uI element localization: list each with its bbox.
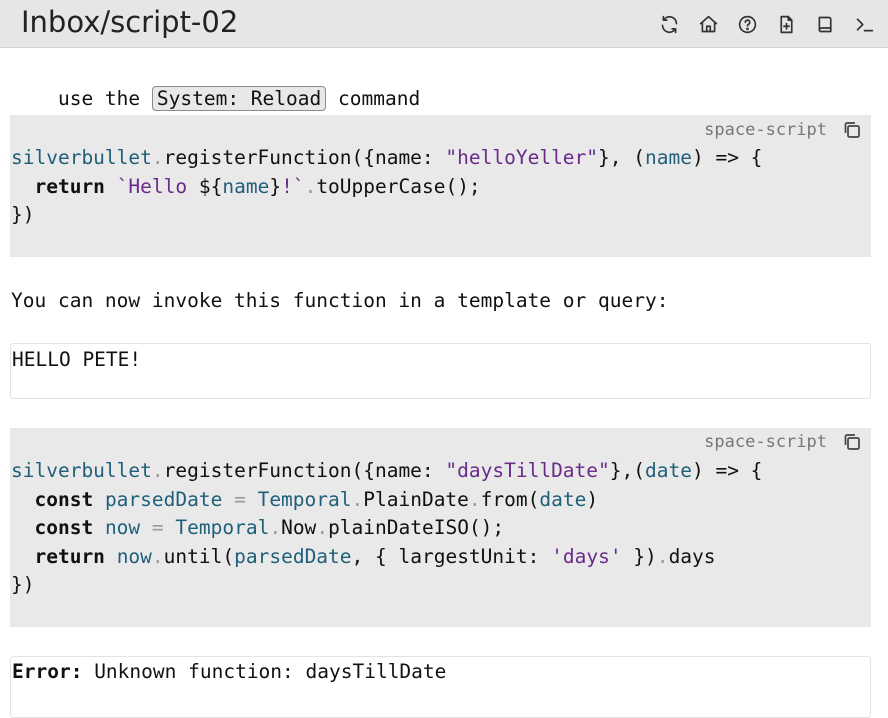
new-page-icon (779, 15, 793, 33)
command-chip[interactable]: System: Reload (151, 86, 327, 111)
code-line: return `Hello ${name}!`.toUpperCase(); (34, 175, 481, 198)
intro-text: use the (57, 87, 152, 110)
code-line: }) (11, 203, 35, 226)
code-line: }) (11, 573, 35, 596)
terminal-icon (856, 17, 873, 31)
error-line: Error: Unknown function: daysTillDate (12, 658, 446, 686)
code-language-label: space-script (704, 120, 827, 140)
copy-button[interactable] (842, 432, 862, 452)
code-language-label: space-script (704, 432, 827, 452)
sync-icon (661, 15, 677, 33)
help-button[interactable] (733, 10, 761, 38)
copy-icon (844, 122, 860, 138)
sync-button[interactable] (655, 10, 683, 38)
code-line: return now.until(parsedDate, { largestUn… (34, 545, 716, 568)
code-line: const parsedDate = Temporal.PlainDate.fr… (34, 488, 599, 511)
code-block-hello-yeller[interactable]: space-script silverbullet.registerFuncti… (10, 115, 871, 257)
error-label: Error: (12, 660, 83, 683)
code-line: silverbullet.registerFunction({name: "he… (11, 146, 763, 169)
code-line: const now = Temporal.Now.plainDateISO(); (34, 516, 505, 539)
book-icon (818, 16, 832, 32)
action-buttons (655, 10, 878, 38)
query-result-box: HELLO PETE! (10, 343, 871, 399)
page-title[interactable]: Inbox/script-02 (21, 4, 238, 40)
book-button[interactable] (811, 10, 839, 38)
new-page-button[interactable] (772, 10, 800, 38)
help-icon (738, 15, 756, 33)
copy-button[interactable] (842, 120, 862, 140)
home-button[interactable] (694, 10, 722, 38)
code-block-days-till-date[interactable]: space-script silverbullet.registerFuncti… (10, 428, 871, 627)
query-result-text: HELLO PETE! (12, 348, 142, 371)
home-icon (699, 15, 717, 32)
code-line: silverbullet.registerFunction({name: "da… (11, 459, 763, 482)
paragraph-text: You can now invoke this function in a te… (11, 289, 669, 312)
error-result-box: Error: Unknown function: daysTillDate (10, 656, 871, 718)
intro-text-after: command (326, 87, 421, 110)
error-message: Unknown function: daysTillDate (82, 660, 447, 683)
copy-icon (844, 434, 860, 450)
terminal-button[interactable] (850, 10, 878, 38)
top-bar: Inbox/script-02 (0, 0, 888, 48)
